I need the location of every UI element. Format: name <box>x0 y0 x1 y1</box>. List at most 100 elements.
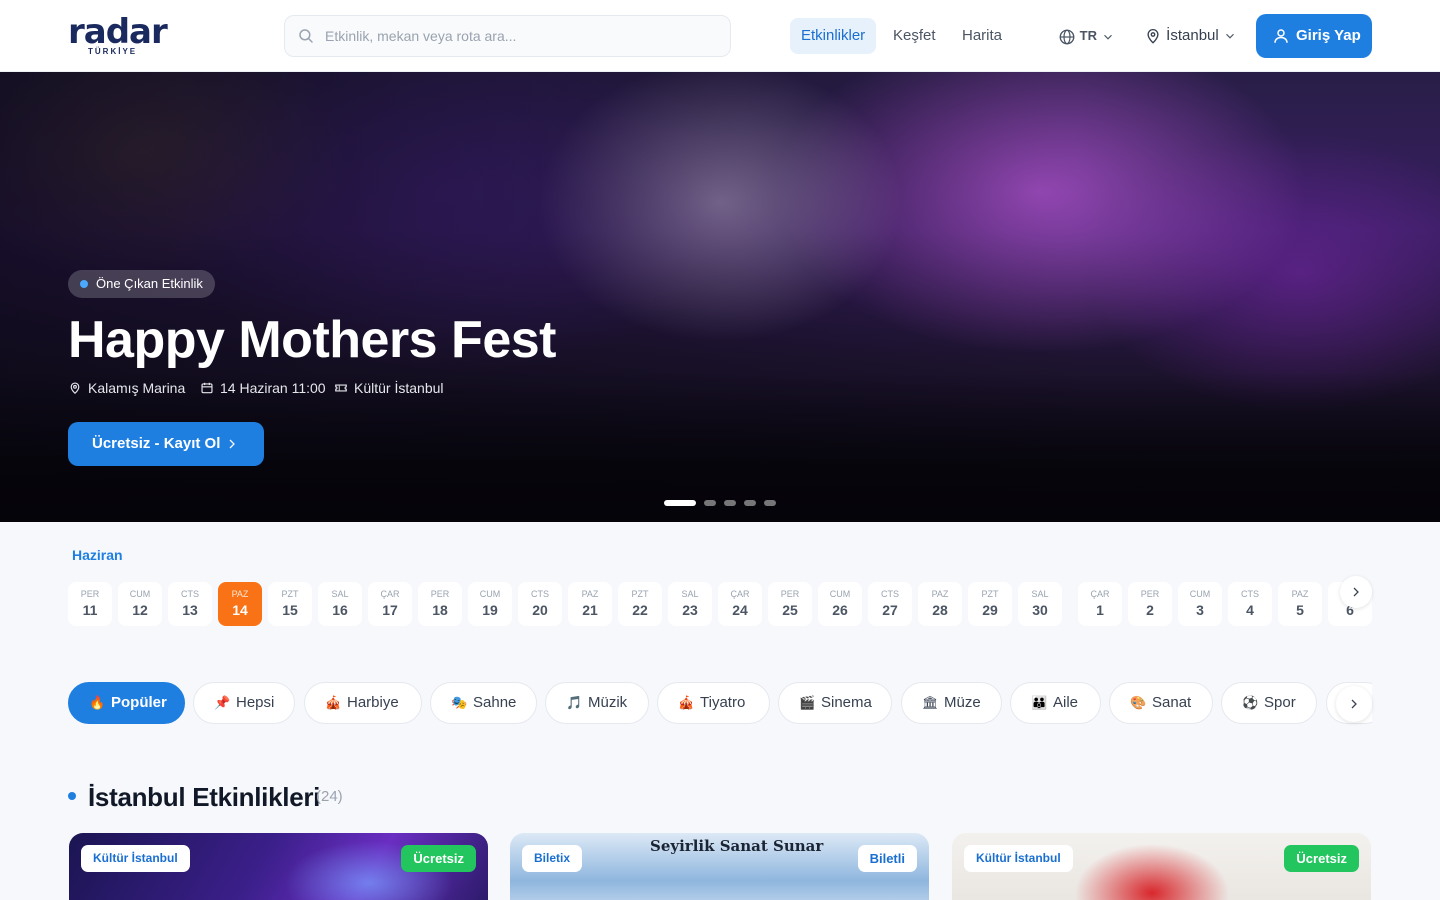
category-label: Sahne <box>473 694 517 711</box>
card-banner-text: Seyirlik Sanat Sunar <box>650 837 824 855</box>
category-chip-aile[interactable]: 👪 Aile <box>1010 682 1101 724</box>
weekday-label: SAL <box>681 589 699 599</box>
top-header: radar TÜRKİYE Etkinlikler Keşfet Harita … <box>0 0 1440 72</box>
date-item[interactable]: PER 25 <box>768 582 812 626</box>
date-item[interactable]: PAZ 5 <box>1278 582 1322 626</box>
weekday-label: CUM <box>829 589 851 599</box>
date-item[interactable]: PAZ 21 <box>568 582 612 626</box>
category-chip-hepsi[interactable]: 📌 Hepsi <box>193 682 295 724</box>
category-chip-sinema[interactable]: 🎬 Sinema <box>778 682 892 724</box>
register-free-label: Ücretsiz - Kayıt Ol <box>92 435 221 452</box>
date-item[interactable]: PER 18 <box>418 582 462 626</box>
date-item[interactable]: ÇAR 24 <box>718 582 762 626</box>
date-item[interactable]: SAL 16 <box>318 582 362 626</box>
date-item[interactable]: CTS 20 <box>518 582 562 626</box>
date-item[interactable]: PER 11 <box>68 582 112 626</box>
date-item[interactable]: SAL 30 <box>1018 582 1062 626</box>
date-item[interactable]: SAL 23 <box>668 582 712 626</box>
weekday-label: ÇAR <box>1090 589 1110 599</box>
date-item[interactable]: CUM 19 <box>468 582 512 626</box>
radar-logo[interactable]: radar TÜRKİYE <box>68 15 168 58</box>
hero-title: Happy Mothers Fest <box>68 311 556 369</box>
day-number: 21 <box>582 602 598 618</box>
featured-badge-label: Öne Çıkan Etkinlik <box>96 276 203 291</box>
category-chip-popüler[interactable]: 🔥 Popüler <box>68 682 185 724</box>
nav-kesfet[interactable]: Keşfet <box>882 18 947 54</box>
date-item[interactable]: CUM 26 <box>818 582 862 626</box>
weekday-label: PZT <box>981 589 999 599</box>
category-emoji-icon: 👪 <box>1031 696 1048 711</box>
date-item[interactable]: ÇAR 17 <box>368 582 412 626</box>
category-emoji-icon: 📌 <box>214 696 231 711</box>
category-chips: 🔥 Popüler 📌 Hepsi 🎪 Harbiye 🎭 Sahne 🎵 Müzik 🎪 Tiyat… <box>68 682 1372 724</box>
event-card[interactable]: Seyirlik Sanat Sunar Biletix Biletli <box>510 833 929 900</box>
card-source-badge: Kültür İstanbul <box>81 845 190 872</box>
category-chip-sanat[interactable]: 🎨 Sanat <box>1109 682 1213 724</box>
calendar-next-button[interactable] <box>1340 576 1372 608</box>
day-number: 30 <box>1032 602 1048 618</box>
carousel-dot-1[interactable] <box>664 500 696 506</box>
event-card[interactable]: Kültür İstanbul Ücretsiz <box>952 833 1371 900</box>
weekday-label: CUM <box>129 589 151 599</box>
date-item[interactable]: CTS 13 <box>168 582 212 626</box>
location-pin-icon <box>1147 29 1159 44</box>
weekday-label: PER <box>780 589 800 599</box>
hero-datetime-text: 14 Haziran 11:00 <box>220 380 326 396</box>
search-input[interactable] <box>325 16 720 56</box>
weekday-label: PER <box>430 589 450 599</box>
carousel-dot-5[interactable] <box>764 500 776 506</box>
nav-etkinlikler[interactable]: Etkinlikler <box>790 18 877 54</box>
day-number: 15 <box>282 602 298 618</box>
category-chip-spor[interactable]: ⚽ Spor <box>1221 682 1317 724</box>
category-chip-harbiye[interactable]: 🎪 Harbiye <box>304 682 422 724</box>
weekday-label: PAZ <box>231 589 249 599</box>
language-selector[interactable]: TR <box>1058 22 1115 50</box>
day-number: 2 <box>1146 602 1154 618</box>
chevron-down-icon <box>1225 33 1234 39</box>
date-item[interactable]: PZT 15 <box>268 582 312 626</box>
category-emoji-icon: 🏛 <box>922 696 939 711</box>
city-selector[interactable]: İstanbul <box>1144 22 1237 50</box>
date-strip: PER 11 CUM 12 CTS 13 PAZ 14 PZT 15 SAL 16 ÇAR 17 PER 18… <box>68 582 1372 626</box>
day-number: 26 <box>832 602 848 618</box>
date-item[interactable]: CTS 4 <box>1228 582 1272 626</box>
category-chip-tiyatro[interactable]: 🎪 Tiyatro <box>657 682 770 724</box>
weekday-label: PER <box>1140 589 1160 599</box>
login-button[interactable]: Giriş Yap <box>1256 14 1372 58</box>
category-emoji-icon: 🎬 <box>799 696 816 711</box>
carousel-dot-2[interactable] <box>704 500 716 506</box>
day-number: 22 <box>632 602 648 618</box>
category-chip-sahne[interactable]: 🎭 Sahne <box>430 682 537 724</box>
categories-next-button[interactable] <box>1336 686 1372 722</box>
chevron-right-icon <box>1351 699 1357 709</box>
day-number: 18 <box>432 602 448 618</box>
carousel-dot-3[interactable] <box>724 500 736 506</box>
date-item[interactable]: PER 2 <box>1128 582 1172 626</box>
category-emoji-icon: 🎪 <box>678 696 695 711</box>
date-item[interactable]: PAZ 28 <box>918 582 962 626</box>
weekday-label: CUM <box>479 589 501 599</box>
date-item[interactable]: CUM 3 <box>1178 582 1222 626</box>
weekday-label: CUM <box>1189 589 1211 599</box>
date-item[interactable]: ÇAR 1 <box>1078 582 1122 626</box>
date-item[interactable]: CUM 12 <box>118 582 162 626</box>
chevron-right-icon <box>229 439 235 449</box>
hero-banner[interactable]: Öne Çıkan Etkinlik Happy Mothers Fest Ka… <box>0 72 1440 522</box>
date-item[interactable]: PZT 29 <box>968 582 1012 626</box>
date-item[interactable]: PAZ 14 <box>218 582 262 626</box>
category-chip-müze[interactable]: 🏛 Müze <box>901 682 1002 724</box>
category-label: Tiyatro <box>700 694 746 711</box>
hero-organizer-text: Kültür İstanbul <box>354 380 444 396</box>
nav-harita[interactable]: Harita <box>951 18 1013 54</box>
category-chip-müzik[interactable]: 🎵 Müzik <box>545 682 649 724</box>
hero-organizer: Kültür İstanbul <box>334 378 444 398</box>
event-card[interactable]: Kültür İstanbul Ücretsiz <box>69 833 488 900</box>
card-source-badge: Biletix <box>522 845 583 872</box>
weekday-label: CTS <box>181 589 199 599</box>
date-item[interactable]: PZT 22 <box>618 582 662 626</box>
day-number: 23 <box>682 602 698 618</box>
category-label: Müze <box>944 694 981 711</box>
date-item[interactable]: CTS 27 <box>868 582 912 626</box>
carousel-dot-4[interactable] <box>744 500 756 506</box>
category-emoji-icon: ⚽ <box>1242 696 1259 711</box>
